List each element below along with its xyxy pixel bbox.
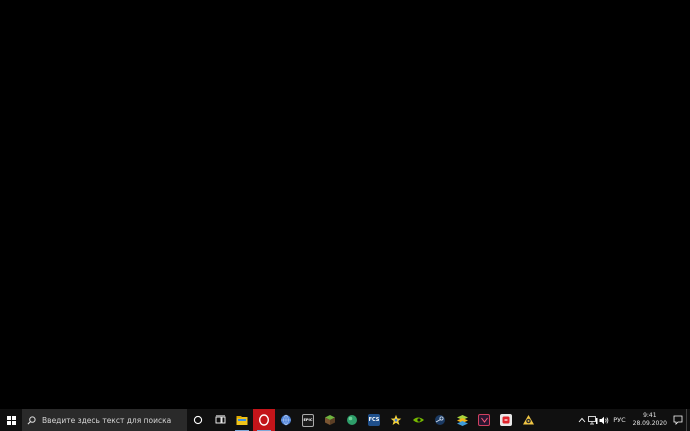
network-button[interactable] (587, 409, 598, 431)
bluestacks-icon (456, 415, 468, 426)
red-app-icon (500, 414, 512, 426)
task-view-button[interactable] (209, 409, 231, 431)
clock-date: 28.09.2020 (632, 420, 667, 427)
opera-browser-icon (258, 414, 270, 426)
bluestacks-button[interactable] (451, 409, 473, 431)
show-hidden-icons-button[interactable] (576, 409, 587, 431)
fcs-app-icon: FCS (368, 414, 380, 426)
taskbar: Введите здесь текст для поиска EPIC FCS … (0, 409, 690, 431)
browser-globe-icon (281, 414, 291, 426)
star-app-icon (390, 414, 402, 425)
clock-time: 9:41 (643, 412, 657, 419)
epic-games-icon: EPIC (302, 413, 314, 427)
steam-icon (435, 415, 445, 425)
epic-games-button[interactable]: EPIC (297, 409, 319, 431)
red-app-button[interactable] (495, 409, 517, 431)
input-language-indicator[interactable]: РУС (609, 416, 629, 424)
purple-app-icon (478, 414, 490, 426)
file-explorer-button[interactable] (231, 409, 253, 431)
file-explorer-icon (236, 415, 248, 425)
action-center-button[interactable] (670, 409, 686, 431)
search-placeholder: Введите здесь текст для поиска (42, 415, 172, 425)
star-app-button[interactable] (385, 409, 407, 431)
fcs-app-label: FCS (368, 417, 380, 423)
gear-app-icon (522, 415, 534, 425)
minecraft-icon (325, 415, 335, 425)
volume-button[interactable] (598, 409, 609, 431)
clock[interactable]: 9:41 28.09.2020 (630, 412, 670, 428)
minecraft-button[interactable] (319, 409, 341, 431)
windows-logo-icon (6, 415, 16, 425)
search-icon (27, 415, 36, 424)
notification-icon (673, 415, 683, 425)
start-button[interactable] (0, 409, 22, 431)
cortana-icon (193, 415, 203, 425)
network-icon (587, 415, 598, 424)
task-view-icon (215, 415, 225, 424)
chevron-up-icon (578, 417, 586, 423)
gear-app-button[interactable] (517, 409, 539, 431)
purple-app-button[interactable] (473, 409, 495, 431)
epic-games-label: EPIC (303, 418, 313, 422)
nvidia-button[interactable] (407, 409, 429, 431)
taskbar-search-box[interactable]: Введите здесь текст для поиска (22, 409, 187, 431)
steam-button[interactable] (429, 409, 451, 431)
nvidia-icon (412, 417, 424, 423)
fcs-app-button[interactable]: FCS (363, 409, 385, 431)
browser-globe-button[interactable] (275, 409, 297, 431)
desktop-background (0, 0, 690, 409)
speaker-icon (599, 416, 609, 424)
cortana-button[interactable] (187, 409, 209, 431)
system-tray: РУС 9:41 28.09.2020 (576, 409, 690, 431)
opera-browser-button[interactable] (253, 409, 275, 431)
green-globe-button[interactable] (341, 409, 363, 431)
show-desktop-button[interactable] (686, 409, 690, 431)
green-globe-icon (347, 415, 357, 425)
